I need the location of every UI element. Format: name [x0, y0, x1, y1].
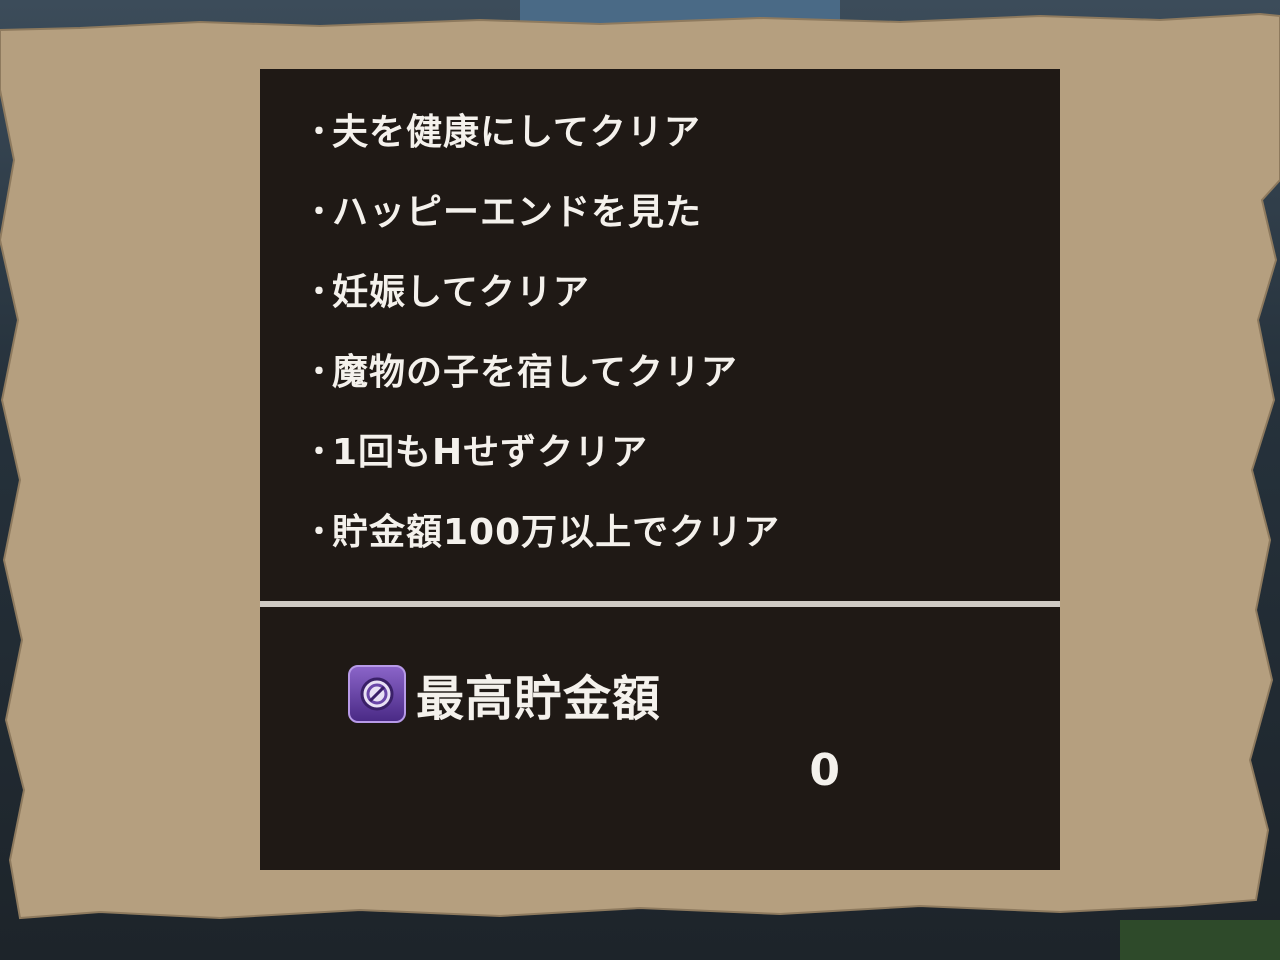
section-divider [260, 601, 1060, 607]
clear-condition-item: ・ 夫を健康にしてクリア [304, 89, 780, 169]
savings-record-title: 最高貯金額 [416, 671, 662, 727]
condition-label: ハッピーエンドを見た [332, 192, 703, 233]
condition-label: 夫を健康にしてクリア [332, 112, 701, 153]
clear-condition-item: ・ 貯金額100万以上でクリア [304, 489, 780, 569]
savings-record-value: 0 [809, 745, 840, 796]
condition-label: 妊娠してクリア [332, 272, 590, 313]
bullet-point: ・ [304, 275, 335, 310]
medal-icon [348, 665, 406, 723]
clear-condition-list: ・ 夫を健康にしてクリア ・ ハッピーエンドを見た ・ 妊娠してクリア ・ 魔物… [304, 89, 780, 569]
bullet-point: ・ [304, 195, 335, 230]
bullet-point: ・ [304, 355, 335, 390]
clear-condition-item: ・ 妊娠してクリア [304, 249, 780, 329]
status-panel: ・ 夫を健康にしてクリア ・ ハッピーエンドを見た ・ 妊娠してクリア ・ 魔物… [260, 69, 1060, 870]
condition-label: 魔物の子を宿してクリア [332, 352, 738, 393]
bullet-point: ・ [304, 435, 335, 470]
savings-record-header: 最高貯金額 [348, 659, 661, 729]
condition-label: 1回もHせずクリア [332, 432, 649, 473]
clear-condition-item: ・ 1回もHせずクリア [304, 409, 780, 489]
medal-icon-glyph [360, 677, 394, 711]
condition-label: 貯金額100万以上でクリア [332, 512, 781, 553]
bullet-point: ・ [304, 115, 335, 150]
bullet-point: ・ [304, 515, 335, 550]
clear-condition-item: ・ 魔物の子を宿してクリア [304, 329, 780, 409]
clear-condition-item: ・ ハッピーエンドを見た [304, 169, 780, 249]
